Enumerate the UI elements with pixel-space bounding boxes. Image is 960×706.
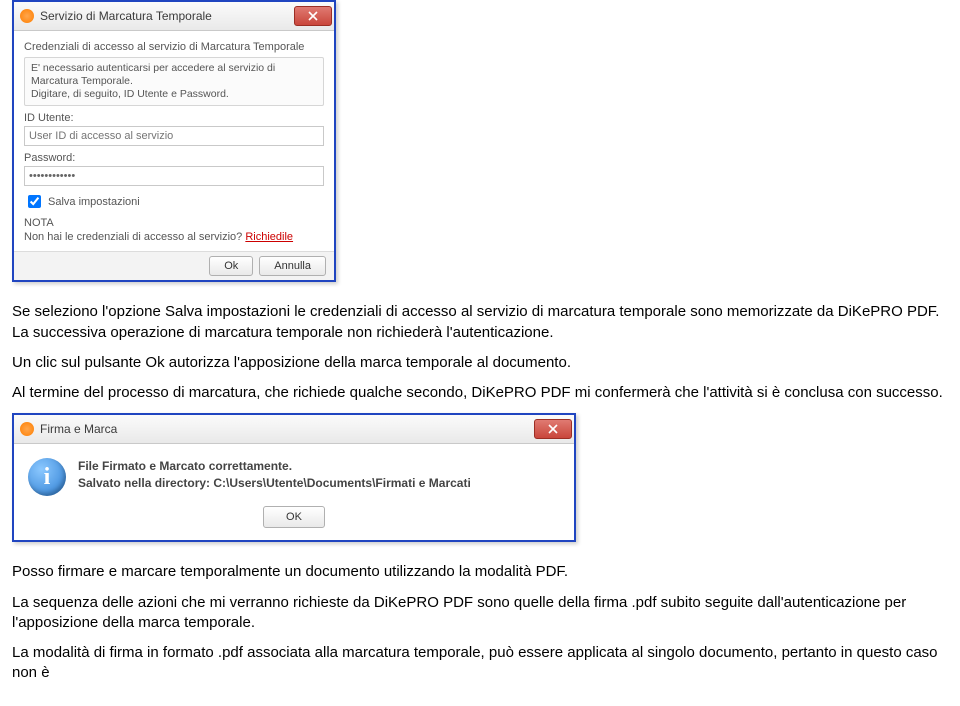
- close-button[interactable]: [534, 419, 572, 439]
- ok-button[interactable]: OK: [263, 506, 325, 528]
- dialog-button-row: Ok Annulla: [14, 251, 334, 280]
- save-settings-checkbox[interactable]: [28, 195, 41, 208]
- auth-instructions-line1: E' necessario autenticarsi per accedere …: [31, 62, 317, 88]
- timestamp-auth-dialog: Servizio di Marcatura Temporale Credenzi…: [12, 0, 336, 282]
- id-utente-label: ID Utente:: [24, 112, 324, 124]
- sign-mark-result-dialog: Firma e Marca i File Firmato e Marcato c…: [12, 413, 576, 542]
- nota-line: Non hai le credenziali di accesso al ser…: [24, 231, 324, 243]
- password-input[interactable]: [24, 166, 324, 186]
- ok-button[interactable]: Ok: [209, 256, 253, 276]
- result-line2: Salvato nella directory: C:\Users\Utente…: [78, 475, 471, 492]
- body-paragraph-2: Un clic sul pulsante Ok autorizza l'appo…: [12, 353, 948, 373]
- info-icon: i: [28, 458, 66, 496]
- nota-header: NOTA: [24, 217, 324, 229]
- richiedile-link[interactable]: Richiedile: [245, 231, 293, 243]
- auth-instructions: E' necessario autenticarsi per accedere …: [24, 57, 324, 106]
- body-paragraph-1: Se seleziono l'opzione Salva impostazion…: [12, 302, 948, 343]
- nota-text: Non hai le credenziali di accesso al ser…: [24, 231, 242, 243]
- app-icon: [20, 9, 34, 23]
- close-icon: [308, 11, 318, 21]
- dialog-title: Firma e Marca: [40, 422, 117, 436]
- password-label: Password:: [24, 152, 324, 164]
- result-line1: File Firmato e Marcato correttamente.: [78, 458, 471, 475]
- app-icon: [20, 422, 34, 436]
- dialog-titlebar: Servizio di Marcatura Temporale: [14, 2, 334, 31]
- result-message: File Firmato e Marcato correttamente. Sa…: [78, 458, 471, 492]
- dialog-button-row: OK: [14, 502, 574, 540]
- credentials-section-label: Credenziali di accesso al servizio di Ma…: [24, 41, 324, 53]
- cancel-button[interactable]: Annulla: [259, 256, 326, 276]
- id-utente-input[interactable]: [24, 126, 324, 146]
- body-paragraph-4: Posso firmare e marcare temporalmente un…: [12, 562, 948, 582]
- dialog-title: Servizio di Marcatura Temporale: [40, 9, 212, 23]
- body-paragraph-5: La sequenza delle azioni che mi verranno…: [12, 593, 948, 634]
- save-settings-label: Salva impostazioni: [48, 196, 140, 208]
- auth-instructions-line2: Digitare, di seguito, ID Utente e Passwo…: [31, 88, 317, 101]
- saved-in-label: Salvato nella directory:: [78, 476, 213, 490]
- close-icon: [548, 424, 558, 434]
- close-button[interactable]: [294, 6, 332, 26]
- body-paragraph-6: La modalità di firma in formato .pdf ass…: [12, 643, 948, 684]
- saved-path: C:\Users\Utente\Documents\Firmati e Marc…: [213, 476, 470, 490]
- dialog-titlebar: Firma e Marca: [14, 415, 574, 444]
- body-paragraph-3: Al termine del processo di marcatura, ch…: [12, 383, 948, 403]
